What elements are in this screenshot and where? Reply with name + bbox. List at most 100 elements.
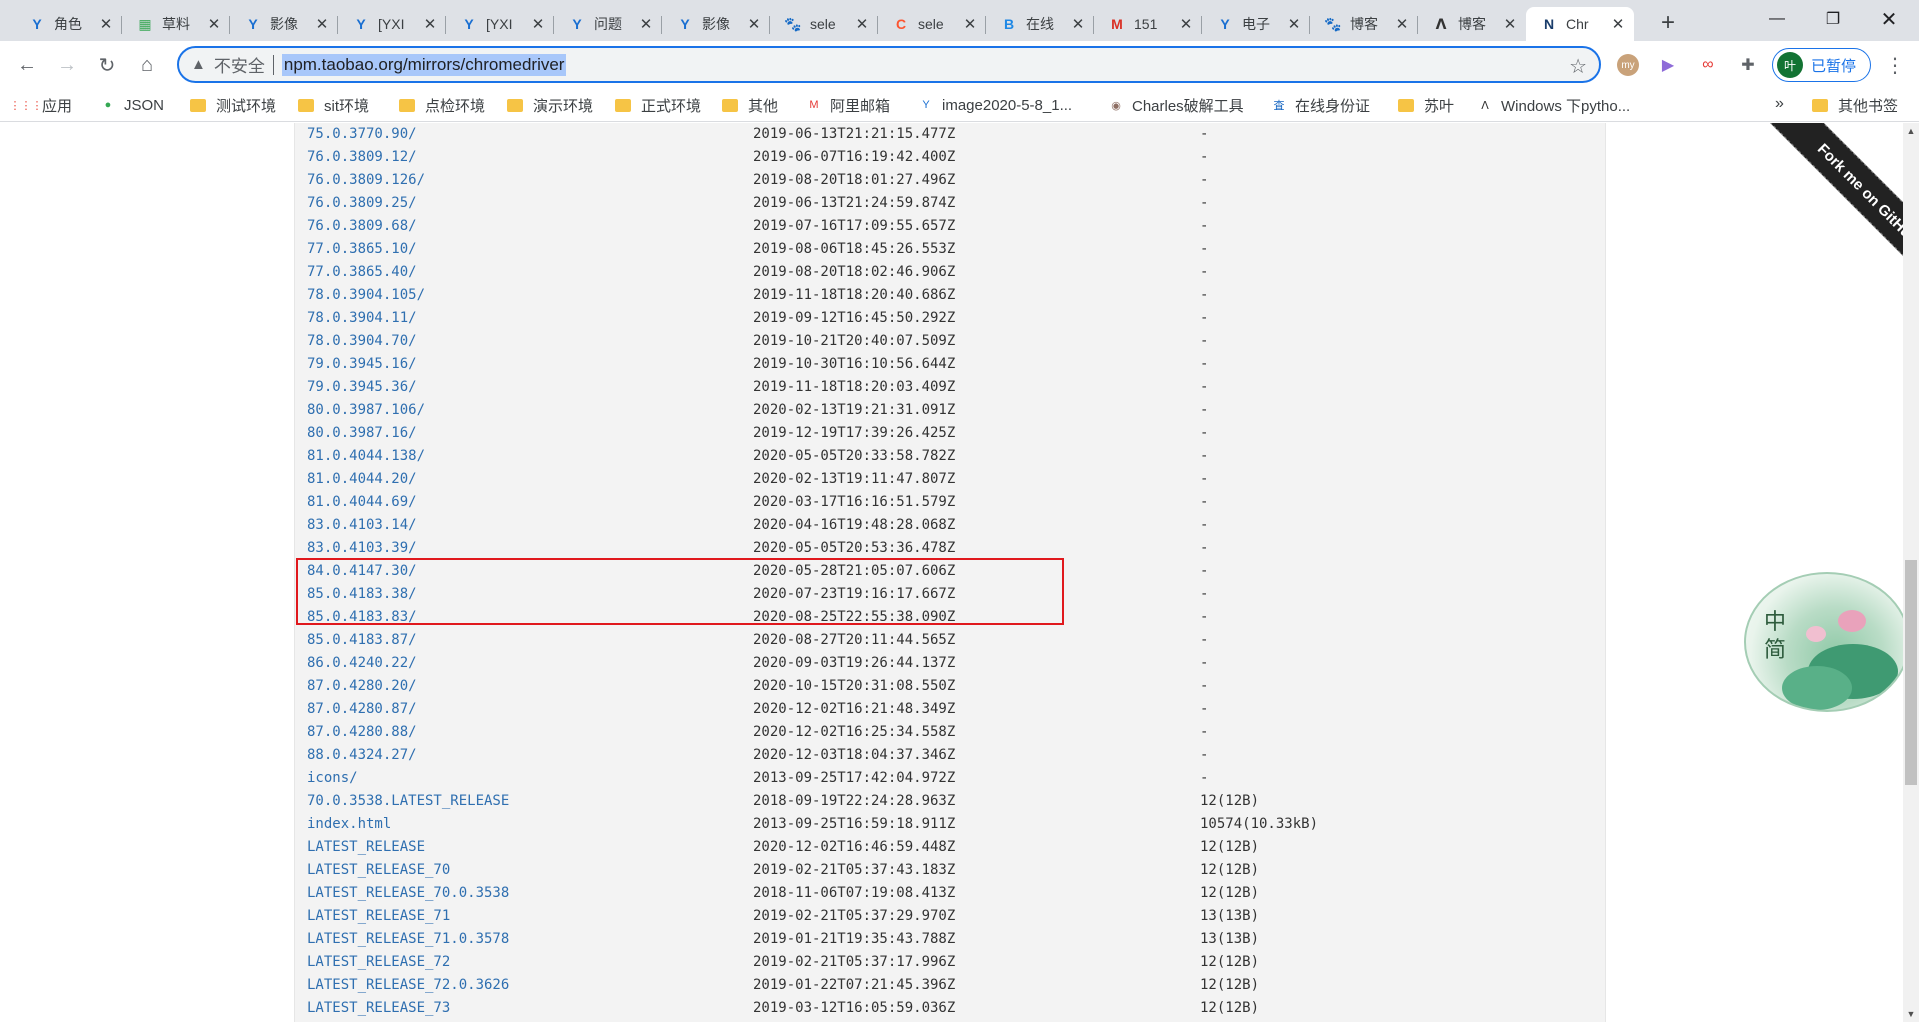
tab-close-icon[interactable]: ✕: [1070, 16, 1086, 33]
tab[interactable]: Y [YXI ✕: [338, 7, 446, 41]
file-link[interactable]: 76.0.3809.126/: [307, 169, 425, 192]
home-button[interactable]: ⌂: [132, 50, 162, 80]
tab-close-icon[interactable]: ✕: [1178, 16, 1194, 33]
tab[interactable]: Y 影像 ✕: [230, 7, 338, 41]
reload-button[interactable]: ↻: [92, 50, 122, 80]
file-link[interactable]: LATEST_RELEASE_72: [307, 951, 450, 974]
file-link[interactable]: 79.0.3945.16/: [307, 353, 417, 376]
file-link[interactable]: 87.0.4280.88/: [307, 721, 417, 744]
file-link[interactable]: 79.0.3945.36/: [307, 376, 417, 399]
bookmark-item[interactable]: sit环境: [298, 94, 369, 116]
file-link[interactable]: 80.0.3987.16/: [307, 422, 417, 445]
file-link[interactable]: LATEST_RELEASE: [307, 836, 425, 859]
file-link[interactable]: 77.0.3865.40/: [307, 261, 417, 284]
menu-kebab-icon[interactable]: ⋮: [1880, 50, 1910, 80]
file-link[interactable]: 70.0.3538.LATEST_RELEASE: [307, 790, 509, 813]
bookmark-item[interactable]: 测试环境: [190, 94, 276, 116]
file-link[interactable]: LATEST_RELEASE_70.0.3538: [307, 882, 509, 905]
file-link[interactable]: 76.0.3809.68/: [307, 215, 417, 238]
tab[interactable]: Y [YXI ✕: [446, 7, 554, 41]
tab-close-icon[interactable]: ✕: [98, 16, 114, 33]
file-link[interactable]: 85.0.4183.83/: [307, 606, 417, 629]
file-link[interactable]: 87.0.4280.20/: [307, 675, 417, 698]
file-link[interactable]: 84.0.4147.30/: [307, 560, 417, 583]
tab[interactable]: B 在线 ✕: [986, 7, 1094, 41]
minimize-button[interactable]: —: [1754, 0, 1800, 38]
file-link[interactable]: 85.0.4183.87/: [307, 629, 417, 652]
file-link[interactable]: 81.0.4044.20/: [307, 468, 417, 491]
lotus-widget[interactable]: 中 简: [1744, 572, 1910, 712]
file-link[interactable]: 78.0.3904.105/: [307, 284, 425, 307]
scrollbar-thumb[interactable]: [1905, 560, 1917, 785]
file-link[interactable]: 77.0.3865.10/: [307, 238, 417, 261]
tab[interactable]: N Chr ✕: [1526, 7, 1634, 41]
bookmark-item[interactable]: ● JSON: [100, 94, 164, 116]
fork-ribbon-corner[interactable]: Fork me on GitHub: [1720, 123, 1903, 306]
tab[interactable]: Y 问题 ✕: [554, 7, 662, 41]
file-link[interactable]: LATEST_RELEASE_72.0.3626: [307, 974, 509, 997]
file-link[interactable]: 76.0.3809.25/: [307, 192, 417, 215]
bookmark-item[interactable]: 正式环境: [615, 94, 701, 116]
bookmark-item[interactable]: ⋮⋮⋮ 应用: [10, 94, 73, 116]
file-link[interactable]: 87.0.4280.87/: [307, 698, 417, 721]
profile-chip[interactable]: 叶 已暂停: [1772, 48, 1871, 82]
bookmark-item[interactable]: ◉ Charles破解工具: [1108, 94, 1244, 116]
file-link[interactable]: 85.0.4183.38/: [307, 583, 417, 606]
extension-link-icon[interactable]: ∞: [1697, 54, 1719, 76]
tab-close-icon[interactable]: ✕: [854, 16, 870, 33]
file-link[interactable]: 88.0.4324.27/: [307, 744, 417, 767]
file-link[interactable]: 78.0.3904.11/: [307, 307, 417, 330]
extensions-puzzle-icon[interactable]: ✚: [1737, 54, 1759, 76]
back-button[interactable]: ←: [12, 50, 42, 80]
file-link[interactable]: 83.0.4103.14/: [307, 514, 417, 537]
tab[interactable]: ▦ 草料 ✕: [122, 7, 230, 41]
bookmark-item[interactable]: 査在线身份证: [1271, 94, 1371, 116]
file-link[interactable]: 80.0.3987.106/: [307, 399, 425, 422]
file-link[interactable]: 78.0.3904.70/: [307, 330, 417, 353]
tab-close-icon[interactable]: ✕: [1610, 16, 1626, 33]
url-text[interactable]: npm.taobao.org/mirrors/chromedriver: [281, 53, 567, 76]
close-window-button[interactable]: ✕: [1866, 0, 1912, 38]
bookmark-item[interactable]: Yimage2020-5-8_1...: [918, 94, 1072, 116]
tab-close-icon[interactable]: ✕: [962, 16, 978, 33]
file-link[interactable]: 83.0.4103.39/: [307, 537, 417, 560]
tab[interactable]: Y 电子 ✕: [1202, 7, 1310, 41]
file-link[interactable]: 81.0.4044.138/: [307, 445, 425, 468]
file-link[interactable]: LATEST_RELEASE_71: [307, 905, 450, 928]
tab-close-icon[interactable]: ✕: [1286, 16, 1302, 33]
tab-close-icon[interactable]: ✕: [746, 16, 762, 33]
bookmarks-overflow-button[interactable]: »: [1775, 95, 1784, 113]
file-link[interactable]: LATEST_RELEASE_70: [307, 859, 450, 882]
tab[interactable]: Y 影像 ✕: [662, 7, 770, 41]
tab-close-icon[interactable]: ✕: [422, 16, 438, 33]
bookmark-item[interactable]: M 阿里邮箱: [806, 94, 890, 116]
tab-close-icon[interactable]: ✕: [530, 16, 546, 33]
restore-button[interactable]: ❐: [1810, 0, 1856, 38]
bookmark-item[interactable]: ᐱ Windows 下pytho...: [1477, 94, 1630, 116]
tab[interactable]: 🐾 sele ✕: [770, 7, 878, 41]
bookmark-item[interactable]: 演示环境: [507, 94, 593, 116]
file-link[interactable]: LATEST_RELEASE_71.0.3578: [307, 928, 509, 951]
file-link[interactable]: LATEST_RELEASE_73: [307, 997, 450, 1020]
tab[interactable]: ᐱ 博客 ✕: [1418, 7, 1526, 41]
tab-close-icon[interactable]: ✕: [1502, 16, 1518, 33]
scroll-down-arrow-icon[interactable]: ▼: [1903, 1006, 1919, 1022]
tab-close-icon[interactable]: ✕: [314, 16, 330, 33]
file-link[interactable]: 75.0.3770.90/: [307, 123, 417, 146]
address-bar[interactable]: ▲ 不安全 npm.taobao.org/mirrors/chromedrive…: [177, 46, 1601, 83]
forward-button[interactable]: →: [52, 50, 82, 80]
scroll-up-arrow-icon[interactable]: ▲: [1903, 123, 1919, 139]
bookmark-item[interactable]: 苏叶: [1398, 94, 1454, 116]
tab[interactable]: M 151 ✕: [1094, 7, 1202, 41]
bookmark-item[interactable]: 其他: [722, 94, 778, 116]
file-link[interactable]: 81.0.4044.69/: [307, 491, 417, 514]
extension-my-icon[interactable]: my: [1617, 54, 1639, 76]
tab-close-icon[interactable]: ✕: [638, 16, 654, 33]
star-icon[interactable]: ☆: [1569, 54, 1587, 79]
extension-play-icon[interactable]: ▶: [1657, 54, 1679, 76]
file-link[interactable]: icons/: [307, 767, 358, 790]
other-bookmarks-folder[interactable]: 其他书签: [1812, 94, 1898, 116]
tab-close-icon[interactable]: ✕: [1394, 16, 1410, 33]
security-chip[interactable]: ▲ 不安全: [191, 52, 265, 77]
tab[interactable]: Y 角色 ✕: [14, 7, 122, 41]
